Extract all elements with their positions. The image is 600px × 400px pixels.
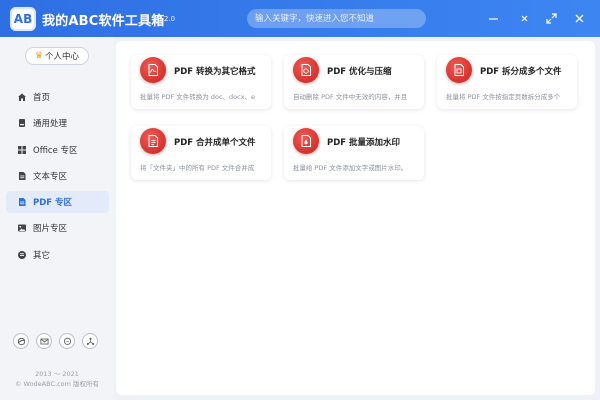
copyright-text: © WodeABC.com 版权所有 — [14, 380, 100, 388]
sidebar-item-office[interactable]: Office 专区 — [6, 139, 109, 161]
card-title: PDF 批量添加水印 — [327, 138, 401, 148]
chat-icon[interactable] — [59, 333, 75, 349]
card-description: 批量将 PDF 文件按指定页数拆分成多个 — [446, 93, 561, 101]
sidebar-item-label: 通用处理 — [33, 119, 68, 130]
sidebar-item-label: 其它 — [33, 250, 51, 261]
sidebar-item-text[interactable]: 文本专区 — [6, 165, 109, 187]
nav-list: 首页 通用处理 Office 专区 文本专区 PDF 专区 图片专区 其它 — [6, 86, 109, 270]
maximize-icon[interactable] — [541, 8, 561, 28]
sidebar-item-general[interactable]: 通用处理 — [6, 112, 109, 134]
card-pdf-split[interactable]: PDF 拆分成多个文件 批量将 PDF 文件按指定页数拆分成多个 — [437, 55, 577, 109]
home-icon — [16, 92, 27, 103]
card-title: PDF 拆分成多个文件 — [480, 67, 562, 77]
card-title: PDF 合并成单个文件 — [174, 138, 256, 148]
search-input[interactable] — [247, 9, 426, 28]
pin-icon[interactable] — [514, 8, 534, 28]
sidebar-item-image[interactable]: 图片专区 — [6, 217, 109, 239]
footer-icons — [13, 333, 98, 349]
copyright-years: 2013 ～ 2021 — [35, 370, 79, 378]
card-description: 自动删除 PDF 文件中无效的内容，并且 — [293, 93, 408, 101]
card-description: 批量将 PDF 文件转换为 doc、docx、e — [140, 93, 256, 101]
sidebar-item-label: Office 专区 — [33, 145, 78, 156]
app-version: v6.2.0 — [153, 15, 175, 23]
other-icon — [16, 249, 27, 260]
card-pdf-watermark[interactable]: PDF 批量添加水印 批量给 PDF 文件添加文字或图片水印。 — [284, 126, 424, 180]
card-pdf-compress[interactable]: PDF 优化与压缩 自动删除 PDF 文件中无效的内容，并且 — [284, 55, 424, 109]
sidebar-item-label: 首页 — [33, 93, 51, 103]
sidebar-item-label: 图片专区 — [33, 224, 68, 235]
card-title: PDF 优化与压缩 — [327, 67, 392, 77]
card-pdf-convert[interactable]: PDF 转换为其它格式 批量将 PDF 文件转换为 doc、docx、e — [131, 55, 271, 109]
card-description: 批量给 PDF 文件添加文字或图片水印。 — [293, 164, 408, 172]
general-icon — [16, 118, 27, 129]
browser-icon[interactable] — [13, 333, 29, 349]
text-icon — [16, 170, 27, 181]
card-title: PDF 转换为其它格式 — [174, 67, 256, 77]
mail-icon[interactable] — [36, 333, 52, 349]
app-title: 我的ABC软件工具箱 — [42, 14, 165, 29]
pdf-compress-icon — [293, 57, 319, 83]
main-panel: PDF 转换为其它格式 批量将 PDF 文件转换为 doc、docx、e PDF… — [116, 41, 595, 395]
user-center-button[interactable]: ♛ 个人中心 — [25, 47, 89, 65]
card-pdf-merge[interactable]: PDF 合并成单个文件 将「文件夹」中的所有 PDF 文件合并成 — [131, 126, 271, 180]
app-logo-icon: AB — [10, 7, 36, 31]
crown-icon: ♛ — [34, 51, 44, 61]
title-bar: AB 我的ABC软件工具箱 v6.2.0 — [0, 0, 600, 37]
pdf-split-icon — [446, 57, 472, 83]
sidebar-item-home[interactable]: 首页 — [6, 86, 109, 108]
card-description: 将「文件夹」中的所有 PDF 文件合并成 — [140, 164, 255, 172]
office-icon — [16, 144, 27, 155]
pdf-icon — [16, 197, 27, 208]
pdf-watermark-icon — [293, 128, 319, 154]
sidebar-item-pdf[interactable]: PDF 专区 — [6, 191, 109, 214]
sidebar-item-label: 文本专区 — [33, 171, 68, 182]
image-icon — [16, 223, 27, 234]
user-center-label: 个人中心 — [45, 52, 80, 62]
pdf-convert-icon — [140, 57, 166, 83]
pdf-merge-icon — [140, 128, 166, 154]
sidebar-item-label: PDF 专区 — [33, 198, 73, 209]
minimize-icon[interactable] — [483, 8, 503, 28]
close-icon[interactable] — [569, 8, 589, 28]
share-icon[interactable] — [82, 333, 98, 349]
sidebar-item-other[interactable]: 其它 — [6, 244, 109, 266]
sidebar: ♛ 个人中心 首页 通用处理 Office 专区 文本专区 PDF 专区 图片专… — [0, 37, 114, 400]
